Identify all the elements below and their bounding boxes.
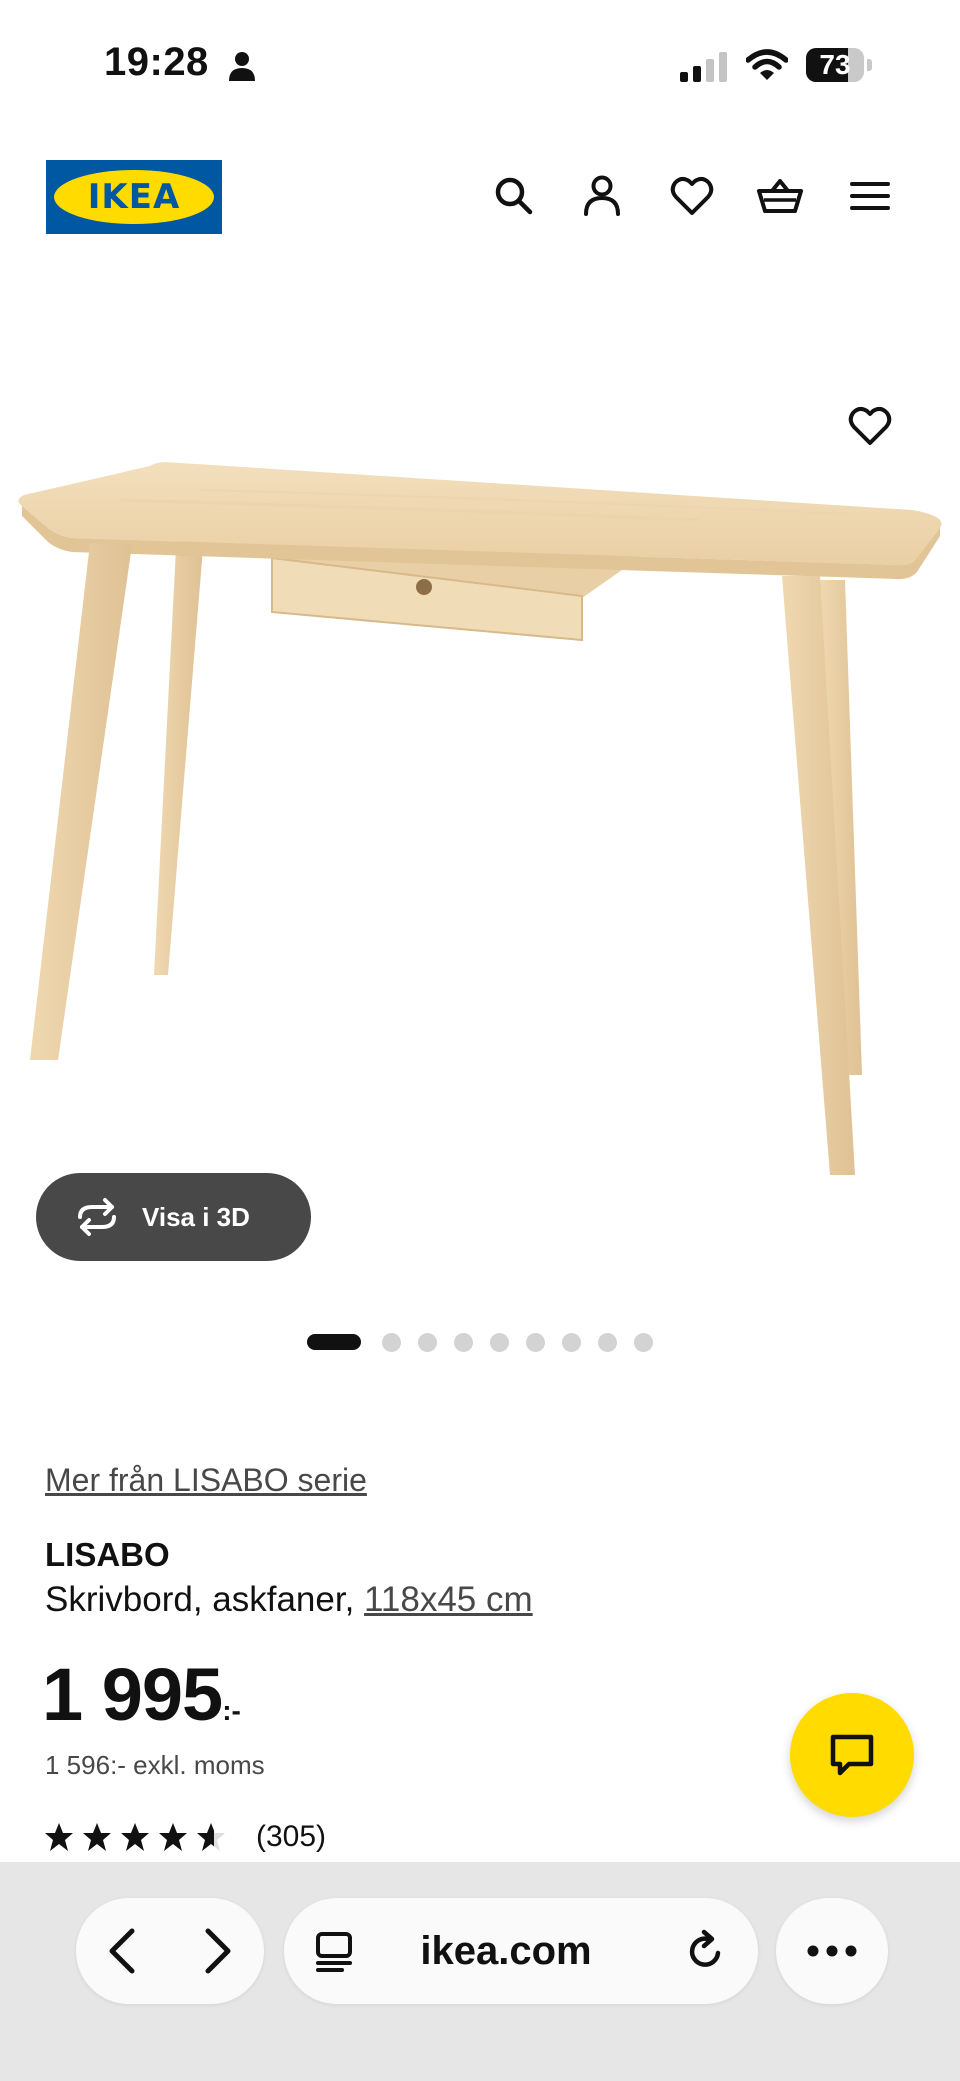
address-bar[interactable]: ikea.com	[284, 1898, 758, 2004]
person-icon	[229, 52, 255, 81]
battery-percent: 73	[819, 49, 851, 80]
more-options-button[interactable]	[776, 1898, 888, 2004]
browser-nav-group	[76, 1898, 264, 2004]
star-icon	[121, 1823, 149, 1851]
add-to-favorites-heart-icon[interactable]	[846, 402, 894, 450]
star-icon	[159, 1823, 187, 1851]
view-in-3d-button[interactable]: Visa i 3D	[36, 1173, 311, 1261]
price-value: 1 995	[42, 1653, 223, 1736]
product-image-desk[interactable]	[0, 300, 960, 1230]
status-time: 19:28	[104, 40, 209, 84]
rotate-3d-icon	[78, 1198, 116, 1236]
product-size-link[interactable]: 118x45 cm	[364, 1580, 533, 1619]
carousel-dot[interactable]	[454, 1332, 473, 1352]
product-type-text: Skrivbord, askfaner,	[45, 1580, 355, 1619]
star-icon	[83, 1823, 111, 1851]
carousel-dot[interactable]	[634, 1332, 653, 1352]
review-count[interactable]: (305)	[256, 1820, 326, 1854]
url-text: ikea.com	[420, 1929, 592, 1973]
product-name: LISABO	[45, 1536, 170, 1573]
price-excl-vat: 1 596:- exkl. moms	[45, 1750, 265, 1780]
carousel-dot[interactable]	[526, 1332, 545, 1352]
forward-chevron-icon[interactable]	[186, 1921, 246, 1981]
carousel-dot[interactable]	[562, 1332, 581, 1352]
ikea-logo[interactable]: IKEA	[46, 160, 222, 234]
carousel-dot[interactable]	[418, 1332, 437, 1352]
reload-icon[interactable]	[684, 1929, 728, 1973]
view-in-3d-label: Visa i 3D	[142, 1202, 250, 1232]
favorites-heart-icon[interactable]	[668, 172, 716, 220]
more-dots-icon	[807, 1945, 857, 1957]
hamburger-menu-icon[interactable]	[846, 172, 894, 220]
star-icon	[197, 1823, 225, 1851]
product-price: 1 995:-	[42, 1652, 241, 1737]
account-icon[interactable]	[578, 172, 626, 220]
chat-bubble-icon	[830, 1734, 874, 1776]
carousel-dot-active[interactable]	[307, 1334, 361, 1350]
battery-indicator: 73	[806, 48, 872, 82]
star-icon	[45, 1823, 73, 1851]
shopping-basket-icon[interactable]	[756, 172, 804, 220]
carousel-dot[interactable]	[490, 1332, 509, 1352]
rating-stars[interactable]	[44, 1822, 234, 1856]
cellular-signal-icon	[680, 52, 727, 82]
image-carousel-pagination	[0, 1332, 960, 1352]
price-suffix: :-	[222, 1695, 241, 1726]
product-description: Skrivbord, askfaner, 118x45 cm	[45, 1580, 533, 1620]
search-icon[interactable]	[490, 172, 538, 220]
ikea-logo-text: IKEA	[87, 177, 181, 217]
back-chevron-icon[interactable]	[94, 1921, 154, 1981]
series-link[interactable]: Mer från LISABO serie	[45, 1462, 367, 1499]
wifi-icon	[746, 49, 788, 80]
chat-button[interactable]	[790, 1693, 914, 1817]
carousel-dot[interactable]	[382, 1332, 401, 1352]
page-format-icon[interactable]	[314, 1931, 354, 1973]
carousel-dot[interactable]	[598, 1332, 617, 1352]
